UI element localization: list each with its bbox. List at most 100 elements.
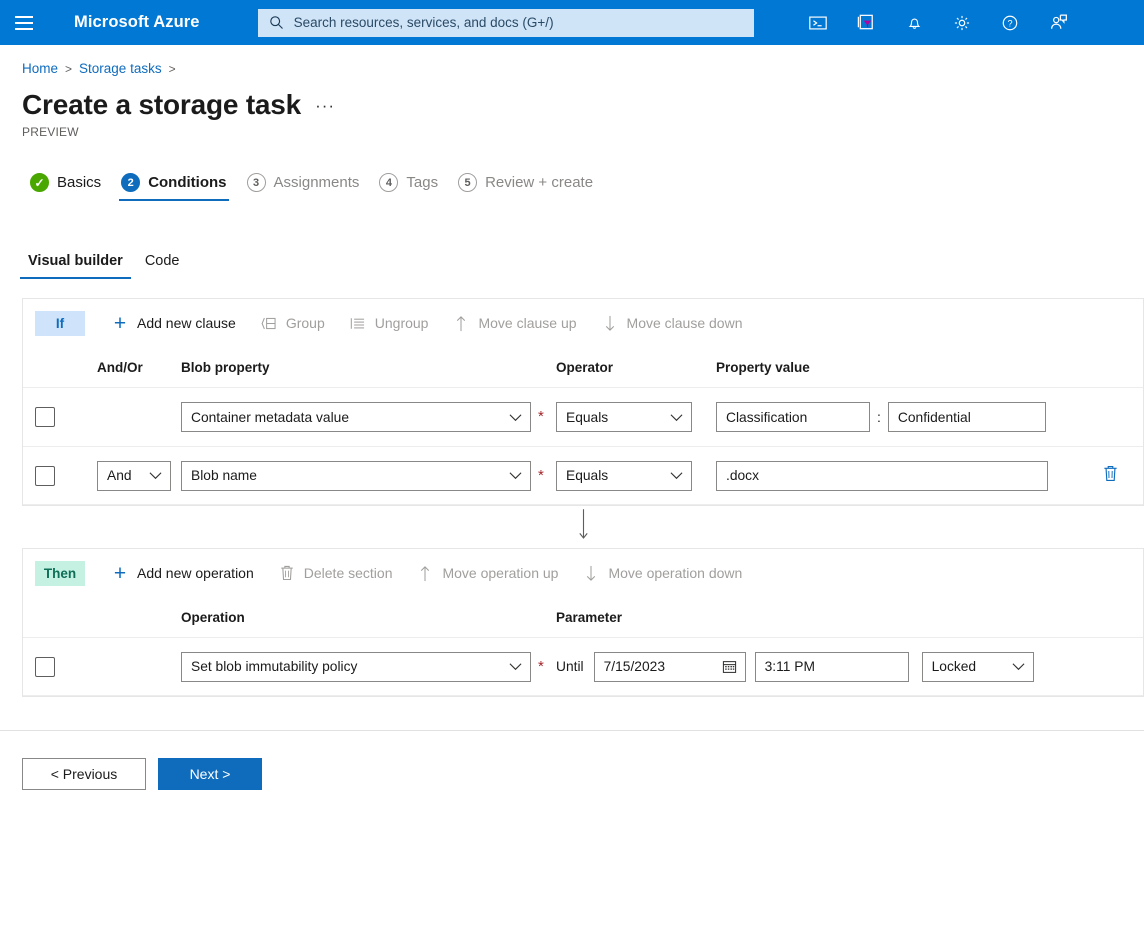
wizard-step-assignments[interactable]: 3 Assignments xyxy=(237,171,370,201)
operation-parameter-cell: Until 7/15/2023 3:11 PM Locked xyxy=(556,651,1131,682)
chevron-down-icon xyxy=(509,471,522,480)
required-indicator: * xyxy=(538,466,544,484)
lock-mode-select[interactable]: Locked xyxy=(921,651,1034,682)
plus-icon: + xyxy=(113,311,127,335)
azure-brand-logo[interactable]: Microsoft Azure xyxy=(74,13,200,32)
step-number-badge: 4 xyxy=(379,173,399,192)
move-operation-down-button[interactable]: Move operation down xyxy=(570,559,754,588)
check-icon: ✓ xyxy=(30,173,49,192)
operation-checkbox[interactable] xyxy=(35,656,55,677)
wizard-step-label: Conditions xyxy=(148,174,227,191)
wizard-step-label: Basics xyxy=(57,174,102,191)
feedback-person-icon[interactable] xyxy=(1034,0,1082,45)
calendar-icon[interactable] xyxy=(722,659,737,674)
page-content: Home > Storage tasks > Create a storage … xyxy=(0,45,1144,790)
title-row: Create a storage task ··· xyxy=(0,76,1144,121)
until-date-input[interactable]: 7/15/2023 xyxy=(593,651,746,682)
delete-clause-button[interactable] xyxy=(1097,463,1123,489)
tab-code[interactable]: Code xyxy=(137,249,188,279)
operation-select-cell xyxy=(35,656,97,677)
help-question-icon[interactable]: ? xyxy=(986,0,1034,45)
delete-section-button[interactable]: Delete section xyxy=(266,558,405,588)
next-button[interactable]: Next > xyxy=(158,758,262,790)
until-time-value: 3:11 PM xyxy=(764,659,815,674)
wizard-step-review-create[interactable]: 5 Review + create xyxy=(448,171,603,201)
step-number-badge: 2 xyxy=(121,173,141,192)
arrow-up-icon xyxy=(452,315,470,332)
blob-name-value: .docx xyxy=(726,468,759,483)
add-new-operation-button[interactable]: + Add new operation xyxy=(99,557,266,590)
previous-button[interactable]: < Previous xyxy=(22,758,146,790)
breadcrumb-item-home[interactable]: Home xyxy=(22,61,58,76)
clause-property-cell: Blob name * xyxy=(181,460,556,491)
clause-andor-cell: And xyxy=(97,460,181,491)
until-time-input[interactable]: 3:11 PM xyxy=(754,651,909,682)
operator-value: Equals xyxy=(566,468,609,483)
hamburger-icon[interactable] xyxy=(0,0,48,45)
clause-select-cell xyxy=(35,465,97,486)
then-section-toolbar: Then + Add new operation Delete section … xyxy=(23,549,1143,597)
metadata-value-input[interactable]: Confidential xyxy=(887,402,1046,432)
andor-select[interactable]: And xyxy=(97,460,171,491)
wizard-footer: < Previous Next > xyxy=(0,731,1144,790)
until-label: Until xyxy=(556,659,584,674)
cloud-shell-icon[interactable] xyxy=(794,0,842,45)
if-column-headers: And/Or Blob property Operator Property v… xyxy=(23,347,1143,387)
global-search-box[interactable] xyxy=(257,8,754,37)
settings-gear-icon[interactable] xyxy=(938,0,986,45)
column-header-operator: Operator xyxy=(556,359,614,375)
top-bar-icon-group: ? xyxy=(794,0,1136,45)
chevron-down-icon xyxy=(509,413,522,422)
breadcrumb-separator-2: > xyxy=(168,61,176,76)
notifications-bell-icon[interactable] xyxy=(890,0,938,45)
ungroup-icon xyxy=(349,316,367,331)
chevron-down-icon xyxy=(509,662,522,671)
blob-property-select[interactable]: Container metadata value xyxy=(181,402,531,432)
wizard-step-conditions[interactable]: 2 Conditions xyxy=(111,171,236,201)
andor-value: And xyxy=(107,468,132,483)
required-indicator: * xyxy=(538,657,544,675)
arrow-up-icon xyxy=(416,565,434,582)
add-new-clause-button[interactable]: + Add new clause xyxy=(99,307,248,340)
metadata-key-input[interactable]: Classification xyxy=(716,402,870,432)
tab-visual-builder[interactable]: Visual builder xyxy=(20,249,131,279)
until-date-value: 7/15/2023 xyxy=(603,659,665,674)
directories-subscriptions-icon[interactable] xyxy=(842,0,890,45)
if-section: If + Add new clause Group Ungroup Move c… xyxy=(22,298,1144,506)
move-clause-down-button[interactable]: Move clause down xyxy=(589,309,755,338)
clause-value-cell: Classification : Confidential xyxy=(716,402,1131,432)
clause-row: And Blob name * Equals .docx xyxy=(23,446,1143,505)
operation-select[interactable]: Set blob immutability policy xyxy=(181,651,531,682)
move-operation-up-button[interactable]: Move operation up xyxy=(404,559,570,588)
builder-mode-tabs: Visual builder Code xyxy=(0,201,1144,279)
blob-property-value: Blob name xyxy=(191,468,257,483)
trash-icon xyxy=(1102,464,1119,488)
top-navigation-bar: Microsoft Azure ? xyxy=(0,0,1144,45)
group-button[interactable]: Group xyxy=(248,309,337,337)
delete-section-label: Delete section xyxy=(303,565,393,581)
metadata-value-value: Confidential xyxy=(897,409,971,425)
lock-mode-value: Locked xyxy=(931,659,977,674)
operator-select[interactable]: Equals xyxy=(556,460,692,491)
breadcrumb-item-storage-tasks[interactable]: Storage tasks xyxy=(79,61,162,76)
conditions-builder: If + Add new clause Group Ungroup Move c… xyxy=(0,279,1144,697)
clause-checkbox[interactable] xyxy=(35,465,55,486)
search-input[interactable] xyxy=(291,14,745,31)
then-badge: Then xyxy=(35,560,85,586)
column-header-property-value: Property value xyxy=(716,359,810,375)
wizard-step-basics[interactable]: ✓ Basics xyxy=(20,171,111,201)
plus-icon: + xyxy=(113,561,127,585)
then-column-headers: Operation Parameter xyxy=(23,597,1143,637)
wizard-step-tags[interactable]: 4 Tags xyxy=(369,171,448,201)
blob-name-value-input[interactable]: .docx xyxy=(716,460,1048,491)
column-header-blob-property: Blob property xyxy=(181,359,270,375)
chevron-down-icon xyxy=(1012,662,1025,671)
clause-checkbox[interactable] xyxy=(35,407,55,427)
operator-select[interactable]: Equals xyxy=(556,402,692,432)
ungroup-button[interactable]: Ungroup xyxy=(337,309,441,337)
blob-property-select[interactable]: Blob name xyxy=(181,460,531,491)
more-options-icon[interactable]: ··· xyxy=(315,97,335,121)
step-number-badge: 3 xyxy=(246,173,266,192)
move-clause-up-button[interactable]: Move clause up xyxy=(440,309,588,338)
if-section-toolbar: If + Add new clause Group Ungroup Move c… xyxy=(23,299,1143,347)
